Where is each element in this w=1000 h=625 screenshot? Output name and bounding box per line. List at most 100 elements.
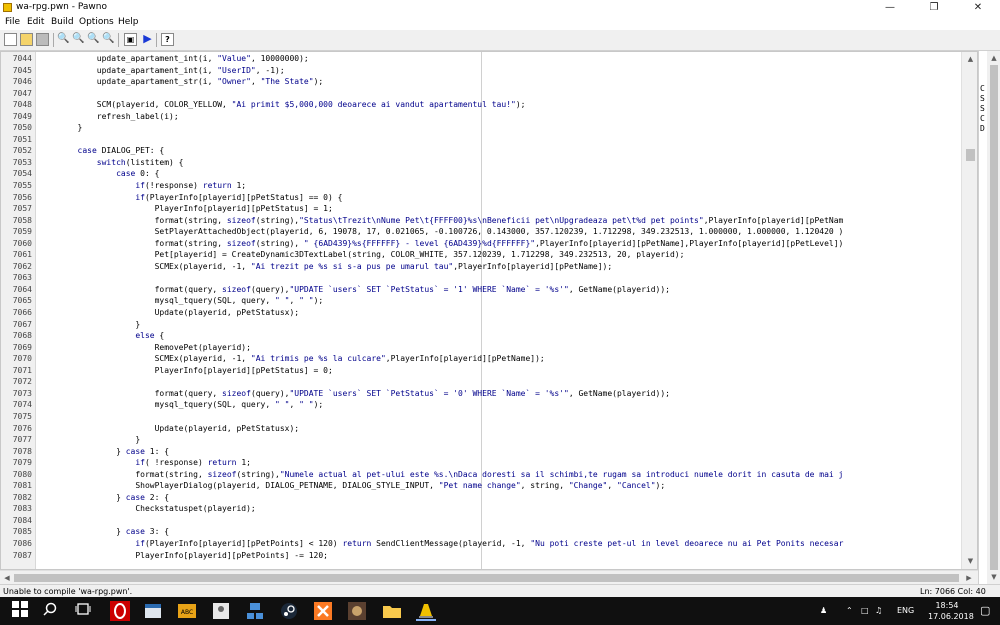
code-line[interactable]: }	[39, 319, 843, 331]
code-line[interactable]: PlayerInfo[playerid][pPetStatus] = 0;	[39, 365, 843, 377]
code-line[interactable]: PlayerInfo[playerid][pPetPoints] -= 120;	[39, 550, 843, 562]
editor-vertical-scrollbar[interactable]: ▲ ▼	[961, 52, 977, 569]
scroll-thumb[interactable]	[966, 149, 975, 161]
code-line[interactable]: format(string, sizeof(string),"Numele ac…	[39, 469, 843, 481]
scroll-thumb[interactable]	[990, 65, 998, 570]
scroll-up-icon[interactable]: ▲	[987, 51, 1000, 65]
code-line[interactable]: mysql_tquery(SQL, query, " ", " ");	[39, 295, 843, 307]
goto-line-icon[interactable]: 🔍	[102, 33, 115, 46]
code-line[interactable]: update_apartament_int(i, "Value", 100000…	[39, 53, 843, 65]
editor-horizontal-scrollbar[interactable]: ◀ ▶	[0, 570, 978, 585]
code-line[interactable]: SCMEx(playerid, -1, "Ai trimis pe %s la …	[39, 353, 843, 365]
xampp-icon[interactable]	[313, 601, 333, 621]
code-line[interactable]: ​	[39, 376, 843, 388]
code-line[interactable]: }	[39, 434, 843, 446]
code-line[interactable]: ShowPlayerDialog(playerid, DIALOG_PETNAM…	[39, 480, 843, 492]
code-line[interactable]: else {	[39, 330, 843, 342]
function-list-item[interactable]: C	[980, 84, 985, 94]
code-line[interactable]: if(!response) return 1;	[39, 180, 843, 192]
task-view-icon[interactable]	[75, 601, 95, 621]
function-list-item[interactable]: S	[980, 104, 985, 114]
chevron-up-icon[interactable]: ⌃	[846, 597, 853, 625]
notifications-icon[interactable]: ▢	[980, 597, 990, 625]
code-line[interactable]: }	[39, 122, 843, 134]
code-line[interactable]: ​	[39, 88, 843, 100]
code-line[interactable]: SCM(playerid, COLOR_YELLOW, "Ai primit $…	[39, 99, 843, 111]
code-line[interactable]: } case 3: {	[39, 526, 843, 538]
code-line[interactable]: switch(listitem) {	[39, 157, 843, 169]
code-line[interactable]: Pet[playerid] = CreateDynamic3DTextLabel…	[39, 249, 843, 261]
code-line[interactable]: } case 2: {	[39, 492, 843, 504]
scroll-left-icon[interactable]: ◀	[0, 571, 14, 585]
code-line[interactable]: case DIALOG_PET: {	[39, 145, 843, 157]
help-icon[interactable]: ?	[161, 33, 174, 46]
code-line[interactable]: format(string, sizeof(string), " {6AD439…	[39, 238, 844, 250]
code-line[interactable]: mysql_tquery(SQL, query, " ", " ");	[39, 399, 843, 411]
code-line[interactable]: if(PlayerInfo[playerid][pPetPoints] < 12…	[39, 538, 843, 550]
pawno-icon[interactable]	[416, 601, 436, 621]
code-line[interactable]: Update(playerid, pPetStatusx);	[39, 307, 843, 319]
network-tray-icon[interactable]: □	[861, 597, 869, 625]
code-line[interactable]: RemovePet(playerid);	[39, 342, 843, 354]
function-list-item[interactable]: S	[980, 94, 985, 104]
opera-icon[interactable]	[110, 601, 130, 621]
code-line[interactable]: format(string, sizeof(string),"Status\tT…	[39, 215, 844, 227]
find-next-icon[interactable]: 🔍	[72, 33, 85, 46]
code-line[interactable]: ​	[39, 134, 843, 146]
scroll-down-icon[interactable]: ▼	[962, 554, 977, 569]
maximize-button[interactable]: ❐	[912, 0, 956, 15]
replace-icon[interactable]: 🔍	[87, 33, 100, 46]
file-manager-icon[interactable]	[143, 601, 163, 621]
new-file-icon[interactable]	[4, 33, 17, 46]
language-indicator[interactable]: ENG	[897, 597, 914, 625]
game-icon[interactable]	[347, 601, 367, 621]
code-line[interactable]: ​	[39, 515, 843, 527]
code-text[interactable]: update_apartament_int(i, "Value", 100000…	[39, 53, 844, 562]
scroll-up-icon[interactable]: ▲	[962, 52, 977, 67]
clock[interactable]: 18:54 17.06.2018	[928, 600, 974, 622]
code-editor[interactable]: 7044 7045 7046 7047 7048 7049 7050 7051 7052 7053…	[0, 51, 978, 570]
save-icon[interactable]	[36, 33, 49, 46]
open-file-icon[interactable]	[20, 33, 33, 46]
function-list-item[interactable]: C	[980, 114, 985, 124]
search-icon[interactable]	[42, 601, 62, 621]
steam-icon[interactable]	[279, 601, 299, 621]
people-icon[interactable]	[211, 601, 231, 621]
function-list[interactable]: CSSCD	[980, 84, 985, 134]
start-icon[interactable]	[12, 601, 32, 621]
code-line[interactable]: ​	[39, 272, 843, 284]
menu-edit[interactable]: Edit	[27, 15, 44, 30]
scroll-down-icon[interactable]: ▼	[987, 570, 1000, 584]
code-line[interactable]: PlayerInfo[playerid][pPetStatus] = 1;	[39, 203, 843, 215]
code-line[interactable]: SCMEx(playerid, -1, "Ai trezit pe %s si …	[39, 261, 843, 273]
code-line[interactable]: if( !response) return 1;	[39, 457, 843, 469]
volume-icon[interactable]: ♫	[875, 597, 882, 625]
function-list-scrollbar[interactable]: ▲ ▼	[987, 51, 1000, 584]
close-button[interactable]: ✕	[956, 0, 1000, 15]
people-tray-icon[interactable]: ♟	[820, 597, 827, 625]
menu-help[interactable]: Help	[118, 15, 139, 30]
code-line[interactable]: update_apartament_str(i, "Owner", "The S…	[39, 76, 843, 88]
menu-build[interactable]: Build	[51, 15, 74, 30]
code-line[interactable]: update_apartament_int(i, "UserID", -1);	[39, 65, 843, 77]
menu-options[interactable]: Options	[79, 15, 114, 30]
folder-icon[interactable]	[382, 601, 402, 621]
code-line[interactable]: Checkstatuspet(playerid);	[39, 503, 843, 515]
scroll-right-icon[interactable]: ▶	[962, 571, 976, 585]
find-icon[interactable]: 🔍	[57, 33, 70, 46]
app-icon[interactable]: ABC	[177, 601, 197, 621]
code-line[interactable]: if(PlayerInfo[playerid][pPetStatus] == 0…	[39, 192, 843, 204]
code-line[interactable]: format(query, sizeof(query),"UPDATE `use…	[39, 388, 843, 400]
code-line[interactable]: refresh_label(i);	[39, 111, 843, 123]
code-line[interactable]: } case 1: {	[39, 446, 843, 458]
code-line[interactable]: Update(playerid, pPetStatusx);	[39, 423, 843, 435]
hscroll-thumb[interactable]	[14, 574, 959, 582]
code-line[interactable]: ​	[39, 411, 843, 423]
menu-file[interactable]: File	[5, 15, 20, 30]
code-line[interactable]: format(query, sizeof(query),"UPDATE `use…	[39, 284, 843, 296]
function-list-item[interactable]: D	[980, 124, 985, 134]
network-icon[interactable]	[245, 601, 265, 621]
compile-icon[interactable]: ▣	[124, 33, 137, 46]
code-line[interactable]: case 0: {	[39, 168, 843, 180]
run-icon[interactable]: ▶	[141, 33, 154, 46]
